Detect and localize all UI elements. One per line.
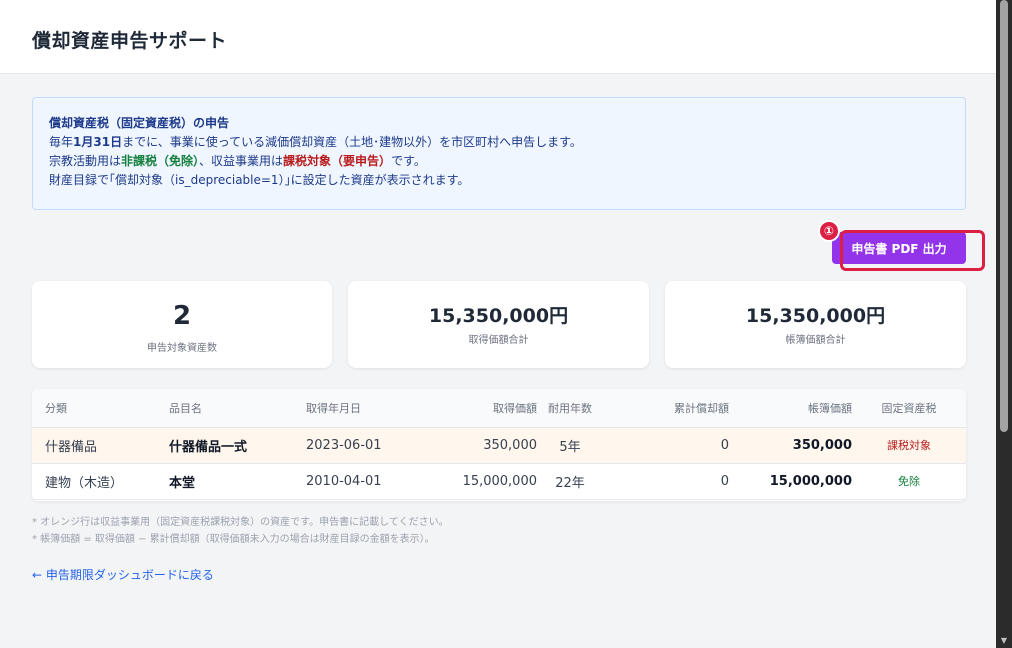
info-text: までに、事業に使っている減価償却資産（土地･建物以外）を市区町村へ申告します。 bbox=[122, 135, 582, 149]
cell-date: 2010-04-01 bbox=[306, 463, 433, 500]
summary-label: 申告対象資産数 bbox=[147, 343, 217, 354]
scroll-down-arrow-icon[interactable]: ▼ bbox=[996, 634, 1012, 648]
summary-card-count: 2 申告対象資産数 bbox=[32, 281, 332, 368]
back-to-dashboard-link[interactable]: ← 申告期限ダッシュボードに戻る bbox=[32, 566, 214, 583]
column-header: 耐用年数 bbox=[537, 389, 603, 428]
table-header-row: 分類 品目名 取得年月日 取得価額 耐用年数 累計償却額 帳簿価額 固定資産税 bbox=[32, 389, 966, 428]
cell-life: 5年 bbox=[537, 427, 603, 464]
cell-book-value: 350,000 bbox=[729, 427, 852, 464]
footnote: * オレンジ行は収益事業用（固定資産税課税対象）の資産です。申告書に記載してくだ… bbox=[32, 517, 449, 528]
nontax-label: 非課税（免除） bbox=[121, 154, 200, 168]
asset-table: 分類 品目名 取得年月日 取得価額 耐用年数 累計償却額 帳簿価額 固定資産税 … bbox=[32, 389, 966, 501]
summary-card-cost: 15,350,000円 取得価額合計 bbox=[348, 281, 649, 368]
highlight-box bbox=[840, 230, 985, 271]
info-line-2: 宗教活動用は非課税（免除）、収益事業用は課税対象（要申告）です。 bbox=[49, 152, 949, 171]
summary-label: 取得価額合計 bbox=[468, 335, 529, 346]
cell-category: 建物（木造） bbox=[32, 463, 169, 500]
cell-depreciation: 0 bbox=[603, 463, 729, 500]
info-text: 、収益事業用は bbox=[199, 154, 284, 168]
table-row: 建物（木造） 本堂 2010-04-01 15,000,000 22年 0 15… bbox=[32, 463, 966, 500]
cell-book-value: 15,000,000 bbox=[729, 463, 852, 500]
info-text: 毎年 bbox=[49, 135, 74, 149]
column-header: 分類 bbox=[32, 389, 169, 428]
column-header: 取得価額 bbox=[433, 389, 537, 428]
info-text: 宗教活動用は bbox=[49, 154, 122, 168]
table-row: 什器備品 什器備品一式 2023-06-01 350,000 5年 0 350,… bbox=[32, 427, 966, 464]
summary-value: 2 bbox=[172, 301, 192, 331]
column-header: 帳簿価額 bbox=[729, 389, 852, 428]
page-header: 償却資産申告サポート bbox=[0, 0, 996, 74]
summary-label: 帳簿価額合計 bbox=[785, 335, 846, 346]
summary-value: 15,350,000円 bbox=[428, 305, 569, 327]
summary-card-book: 15,350,000円 帳簿価額合計 bbox=[665, 281, 966, 368]
column-header: 累計償却額 bbox=[603, 389, 729, 428]
cell-cost: 15,000,000 bbox=[433, 463, 537, 500]
footnote: * 帳簿価額 = 取得価額 − 累計償却額（取得価額未入力の場合は財産目録の金額… bbox=[32, 534, 435, 545]
cell-name: 什器備品一式 bbox=[169, 427, 306, 464]
cell-life: 22年 bbox=[537, 463, 603, 500]
cell-category: 什器備品 bbox=[32, 427, 169, 464]
page-title: 償却資産申告サポート bbox=[32, 30, 228, 52]
step-marker: ① bbox=[818, 220, 840, 242]
info-title: 償却資産税（固定資産税）の申告 bbox=[49, 116, 230, 130]
cell-cost: 350,000 bbox=[433, 427, 537, 464]
info-line-1: 毎年1月31日までに、事業に使っている減価償却資産（土地･建物以外）を市区町村へ… bbox=[49, 133, 949, 152]
column-header: 品目名 bbox=[169, 389, 306, 428]
cell-tax-status: 免除 bbox=[852, 463, 966, 500]
cell-name: 本堂 bbox=[169, 463, 306, 500]
info-text: です。 bbox=[391, 154, 426, 168]
cell-tax-status: 課税対象 bbox=[852, 427, 966, 464]
cell-date: 2023-06-01 bbox=[306, 427, 433, 464]
summary-value: 15,350,000円 bbox=[745, 305, 886, 327]
deadline-date: 1月31日 bbox=[73, 135, 123, 149]
column-header: 固定資産税 bbox=[852, 389, 966, 428]
footnotes: * オレンジ行は収益事業用（固定資産税課税対象）の資産です。申告書に記載してくだ… bbox=[32, 514, 449, 548]
info-box: 償却資産税（固定資産税）の申告 毎年1月31日までに、事業に使っている減価償却資… bbox=[32, 97, 966, 210]
info-line-3: 財産目録で｢償却対象（is_depreciable=1）｣に設定した資産が表示さ… bbox=[49, 173, 470, 187]
taxable-label: 課税対象（要申告） bbox=[283, 154, 392, 168]
cell-depreciation: 0 bbox=[603, 427, 729, 464]
column-header: 取得年月日 bbox=[306, 389, 433, 428]
scrollbar[interactable]: ▼ bbox=[996, 0, 1012, 648]
scrollbar-thumb[interactable] bbox=[1000, 0, 1008, 432]
